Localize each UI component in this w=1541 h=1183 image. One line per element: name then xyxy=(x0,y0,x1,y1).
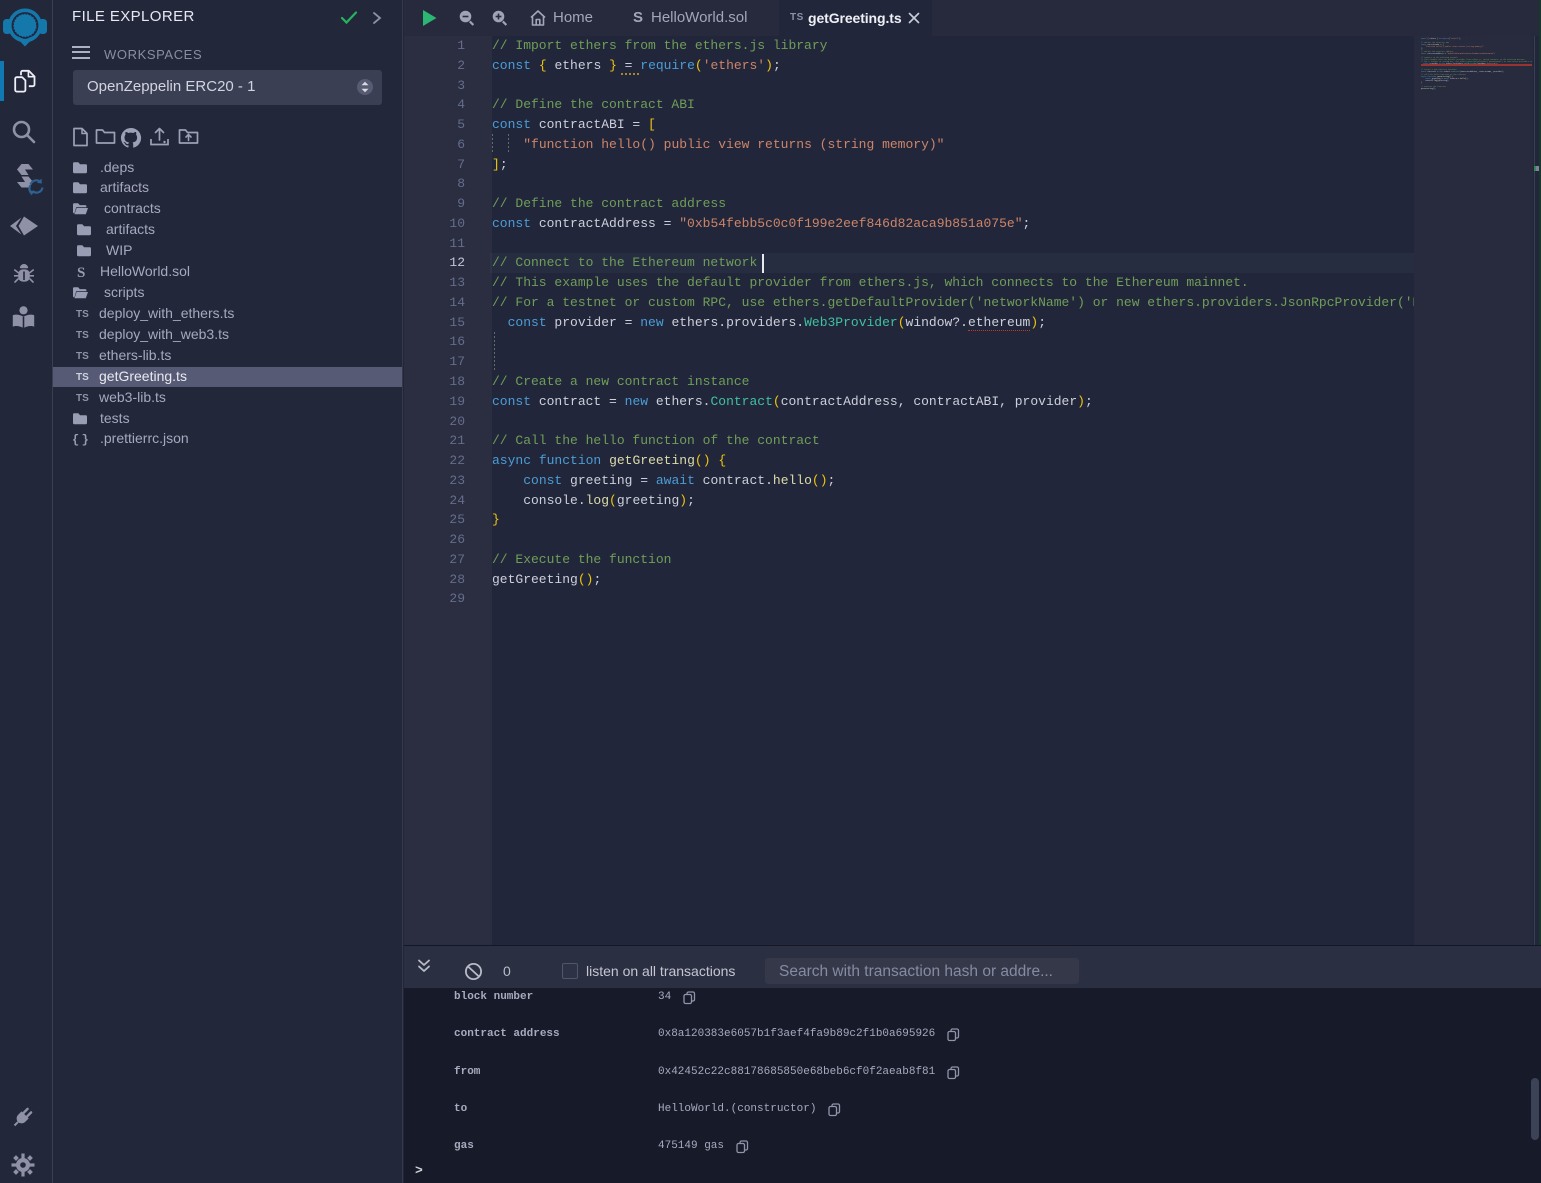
svg-text:S: S xyxy=(77,265,85,280)
svg-text:TS: TS xyxy=(76,330,89,341)
svg-text:TS: TS xyxy=(76,372,89,383)
svg-text:{ }: { } xyxy=(72,433,89,446)
svg-text:TS: TS xyxy=(76,351,89,362)
svg-text:TS: TS xyxy=(76,309,89,320)
svg-text:TS: TS xyxy=(76,393,89,404)
